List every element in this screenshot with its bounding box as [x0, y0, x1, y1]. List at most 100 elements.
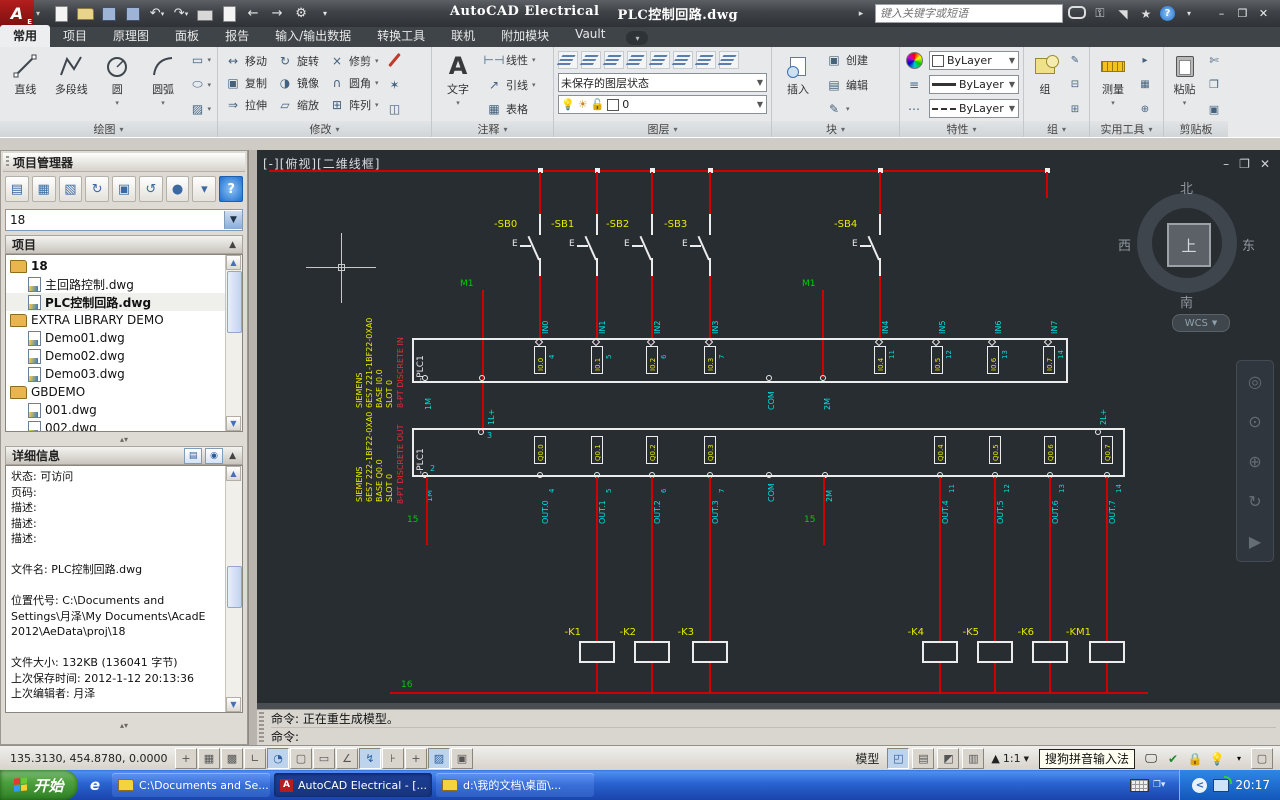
scroll-up-icon[interactable]: ▲: [226, 466, 241, 481]
status-toggle-11[interactable]: +: [405, 748, 427, 769]
text-button[interactable]: A 文字 ▾: [436, 50, 480, 121]
taskbar-window-2[interactable]: A AutoCAD Electrical - [...: [274, 773, 432, 797]
tree-project-8[interactable]: GBDEMO: [6, 383, 226, 401]
doc-restore-button[interactable]: ❐: [1239, 157, 1250, 171]
linear-dimension-button[interactable]: ⊢⊣ 线性 ▾: [483, 51, 539, 69]
status-toggle-5[interactable]: ◔: [267, 748, 289, 769]
open-button[interactable]: [74, 4, 96, 24]
color-wheel-button[interactable]: [904, 51, 925, 69]
group-button[interactable]: 组: [1028, 50, 1062, 121]
modify-4-button[interactable]: ▣ 复制: [222, 74, 270, 92]
compass-north[interactable]: 北: [1180, 178, 1193, 197]
modify-panel-title[interactable]: 修改 ▾: [218, 121, 431, 137]
hide-icons-chevron[interactable]: <: [1192, 777, 1208, 793]
edit-block-button[interactable]: ▤ 编辑: [823, 76, 871, 94]
tree-scrollbar[interactable]: ▲ ▼: [225, 255, 242, 431]
project-open-button[interactable]: ▤: [5, 176, 29, 202]
compass-west[interactable]: 西: [1118, 235, 1131, 254]
color-combo[interactable]: ByLayer ▼: [929, 51, 1019, 70]
tab-3[interactable]: 原理图: [100, 25, 162, 47]
erase-button[interactable]: [385, 51, 405, 69]
status-toggle-9[interactable]: ↯: [359, 748, 381, 769]
quick-view-drawings-button[interactable]: ▥: [962, 748, 985, 769]
ellipse-button[interactable]: ⬭ ▾: [188, 76, 214, 94]
insert-block-button[interactable]: 插入: [776, 50, 820, 121]
circle-button[interactable]: 圆 ▾: [96, 50, 139, 121]
scroll-down-icon[interactable]: ▼: [226, 697, 241, 712]
cut-button[interactable]: ✄: [1204, 51, 1224, 69]
explode-button[interactable]: ✶: [385, 76, 405, 94]
key-icon[interactable]: ⚿: [1091, 6, 1109, 21]
quick-select-button[interactable]: ▸: [1135, 51, 1155, 69]
status-toggle-13[interactable]: ▣: [451, 748, 473, 769]
modify-9-button[interactable]: ⊞ 阵列 ▾: [326, 96, 382, 114]
project-combo-input[interactable]: [6, 213, 224, 227]
workspace-button[interactable]: ⚙: [290, 4, 312, 24]
redo-button[interactable]: ↷ ▾: [170, 4, 192, 24]
project-more-button[interactable]: ▾: [192, 176, 217, 202]
qat-dropdown-button[interactable]: ▾: [314, 4, 336, 24]
tray-trusted-icon[interactable]: ✔: [1163, 750, 1183, 768]
search-expand-icon[interactable]: ▸: [852, 9, 870, 19]
doc-minimize-button[interactable]: –: [1223, 157, 1229, 171]
modify-5-button[interactable]: ◑ 镜像: [274, 74, 322, 92]
tree-scroll-thumb[interactable]: [227, 271, 242, 333]
restore-button[interactable]: ❐: [1232, 5, 1253, 23]
taskbar-window-1[interactable]: C:\Documents and Se...: [112, 773, 270, 797]
modify-3-button[interactable]: × 修剪 ▾: [326, 52, 382, 70]
forward-button[interactable]: →: [266, 4, 288, 24]
details-list-button[interactable]: ▤: [184, 447, 203, 464]
group-select-button[interactable]: ⊞: [1065, 100, 1085, 118]
details-scrollbar[interactable]: ▲ ▼: [225, 466, 242, 712]
tree-project-1[interactable]: 18: [6, 257, 226, 275]
close-button[interactable]: ✕: [1253, 5, 1274, 23]
id-point-button[interactable]: ⊕: [1135, 100, 1155, 118]
tab-4[interactable]: 面板: [162, 25, 212, 47]
command-window[interactable]: 命令: 正在重生成模型。 命令:: [257, 709, 1280, 746]
layer-tool-8-button[interactable]: [719, 51, 739, 69]
status-toggle-4[interactable]: ∟: [244, 748, 266, 769]
network-tray-icon[interactable]: [1213, 775, 1233, 792]
status-toggle-6[interactable]: ▢: [290, 748, 312, 769]
status-toggle-8[interactable]: ∠: [336, 748, 358, 769]
tab-8[interactable]: 联机: [438, 25, 488, 47]
layer-tool-5-button[interactable]: [650, 51, 670, 69]
hatch-button[interactable]: ▨ ▾: [188, 100, 214, 118]
tray-display-icon[interactable]: 🖵: [1141, 750, 1161, 768]
status-toggle-1[interactable]: +: [175, 748, 197, 769]
details-scroll-thumb[interactable]: [227, 566, 242, 608]
internet-explorer-icon[interactable]: e: [86, 776, 104, 794]
modify-7-button[interactable]: ⇒ 拉伸: [222, 96, 270, 114]
tree-drawing-10[interactable]: 002.dwg: [6, 419, 226, 431]
help-dropdown-icon[interactable]: ▾: [1180, 9, 1198, 18]
tab-2[interactable]: 项目: [50, 25, 100, 47]
layer-tool-1-button[interactable]: [558, 51, 578, 69]
model-space-button[interactable]: 模型: [849, 750, 885, 767]
collapse-icon[interactable]: ▲: [229, 240, 236, 250]
drawing-canvas[interactable]: -SB0 E -SB1 E -SB2 E -SB3 E -SB4 E M1 M1 SIEMENS 6ES7…: [257, 150, 1280, 703]
details-header[interactable]: 详细信息 ▤ ◉ ▲: [5, 446, 243, 465]
autocad-logo-button[interactable]: AE: [0, 0, 34, 27]
logo-caret-icon[interactable]: ▾: [36, 9, 40, 18]
lineweight-list-button[interactable]: ≡: [904, 76, 925, 94]
taskbar-window-3[interactable]: d:\我的文档\桌面\...: [436, 773, 594, 797]
palette-splitter[interactable]: ▴▾: [1, 433, 247, 445]
tree-drawing-9[interactable]: 001.dwg: [6, 401, 226, 419]
details-collapse-icon[interactable]: ▲: [229, 451, 236, 461]
status-toggle-3[interactable]: ▩: [221, 748, 243, 769]
layers-panel-title[interactable]: 图层 ▾: [554, 121, 771, 137]
tab-1[interactable]: 常用: [0, 25, 51, 47]
status-toggle-10[interactable]: ⊦: [382, 748, 404, 769]
status-toggle-12[interactable]: ▨: [428, 748, 450, 769]
group-edit-button[interactable]: ✎: [1065, 51, 1085, 69]
orbit-icon[interactable]: ↻: [1248, 492, 1261, 511]
wcs-menu-button[interactable]: WCS ▼: [1172, 314, 1230, 332]
tree-drawing-3[interactable]: PLC控制回路.dwg: [6, 293, 226, 311]
viewport-controls-label[interactable]: [-][俯视][二维线框]: [263, 155, 380, 172]
tab-6[interactable]: 输入/输出数据: [262, 25, 364, 47]
undo-button[interactable]: ↶ ▾: [146, 4, 168, 24]
save-button[interactable]: [122, 4, 144, 24]
model-tab-button[interactable]: ◰: [887, 748, 910, 769]
annotate-panel-title[interactable]: 注释 ▾: [432, 121, 553, 137]
layer-tool-3-button[interactable]: [604, 51, 624, 69]
